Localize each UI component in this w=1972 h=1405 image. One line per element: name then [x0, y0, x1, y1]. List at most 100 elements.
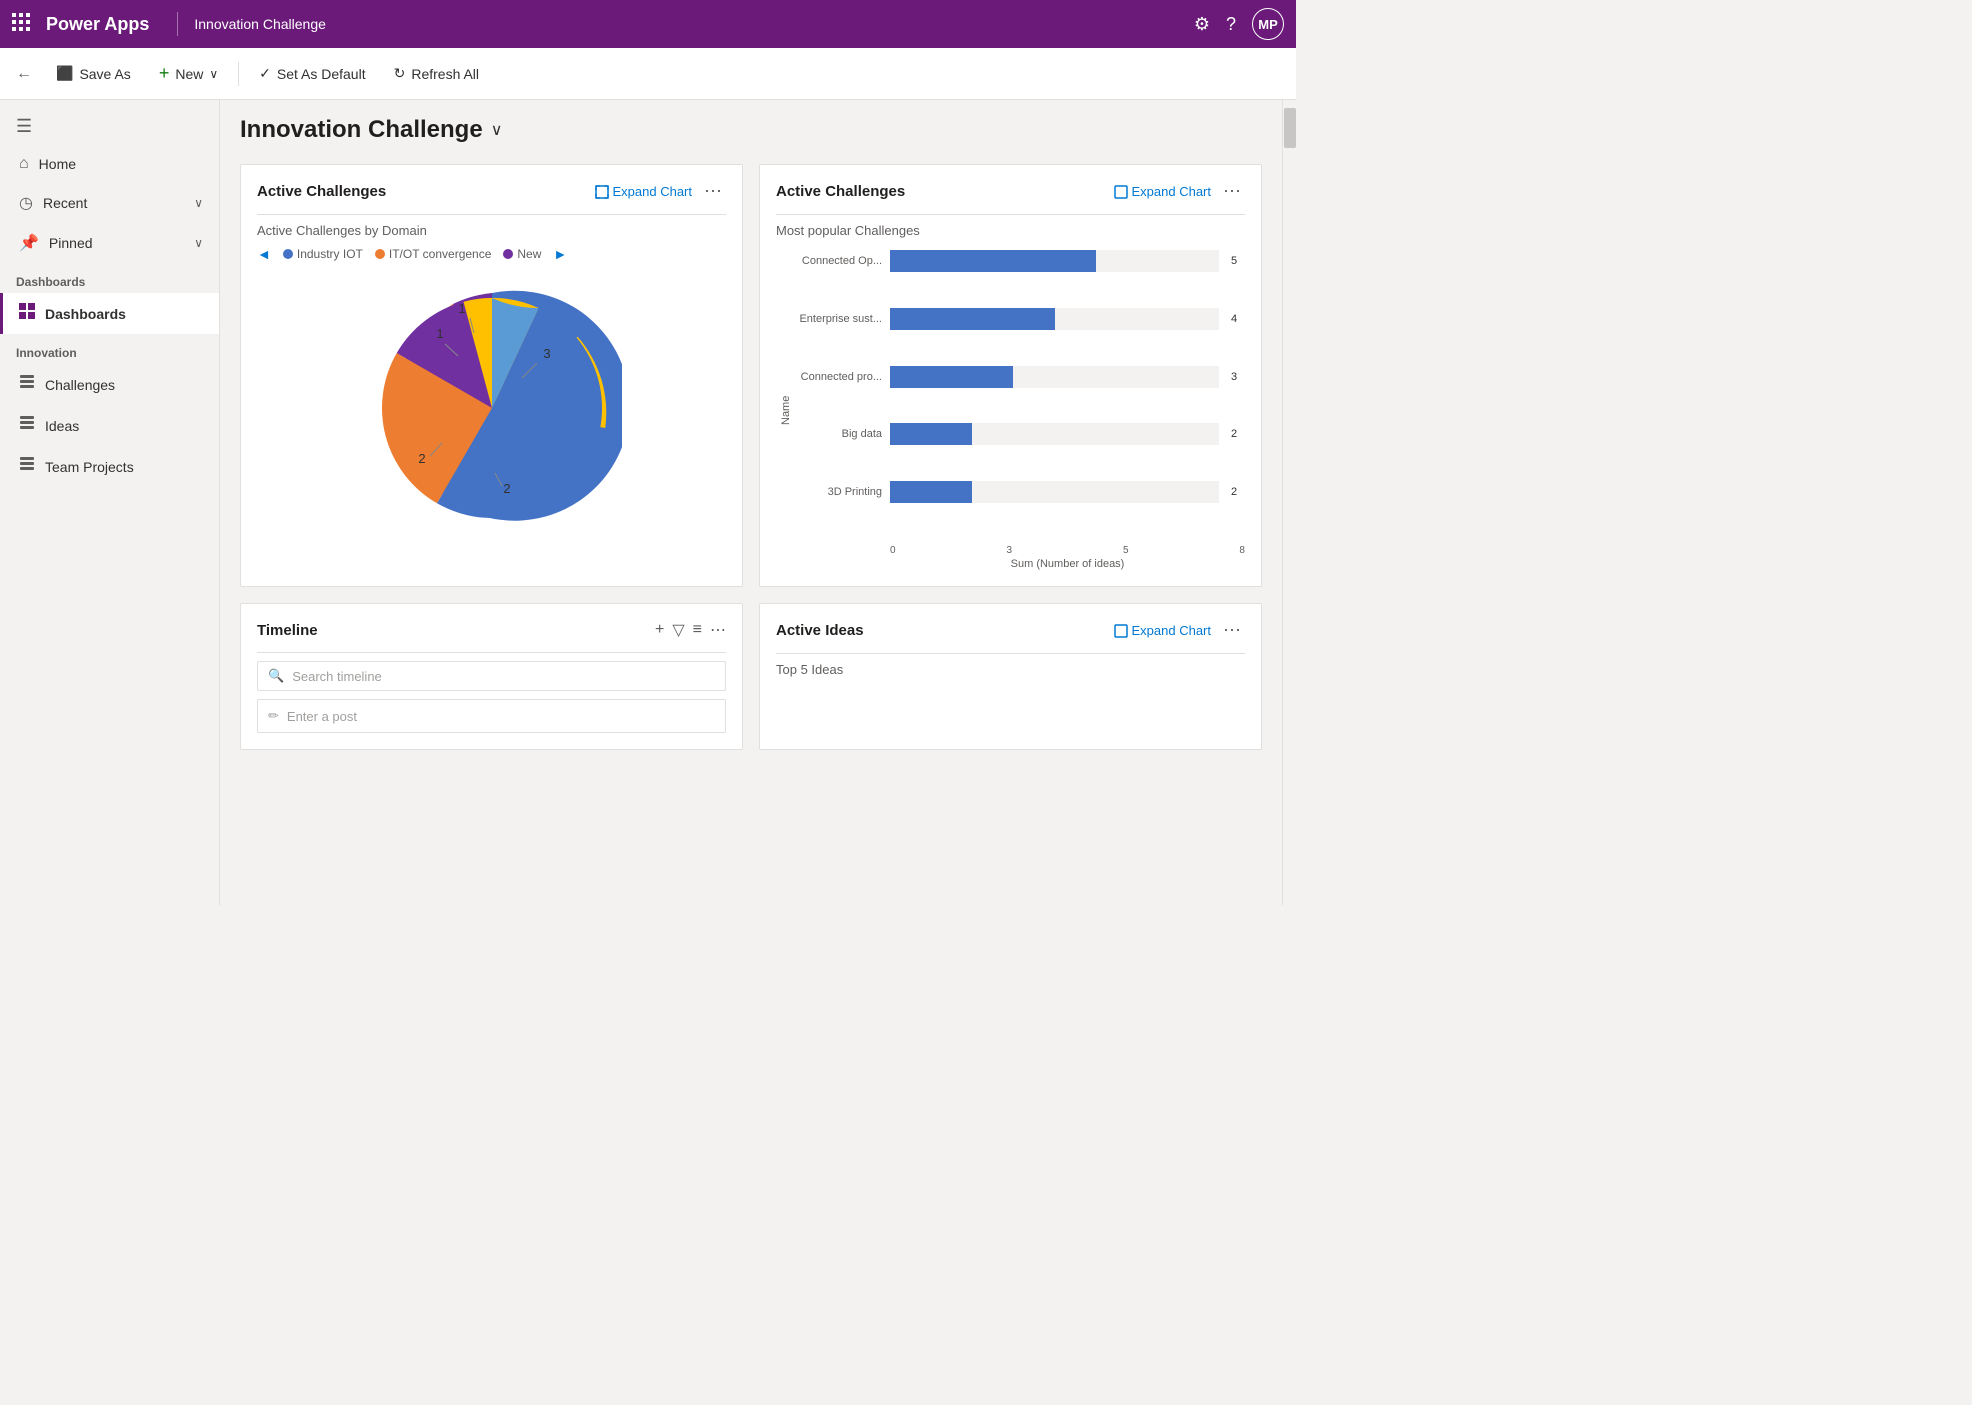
more-options-button-left[interactable]: ⋯: [700, 181, 726, 202]
bar-label-4: 3D Printing: [792, 486, 882, 498]
legend-next[interactable]: ►: [553, 246, 567, 262]
pie-divider: [257, 214, 726, 215]
toolbar: ← ⬛ Save As + New ∨ ✓ Set As Default ↻ R…: [0, 48, 1296, 100]
recent-icon: ◷: [19, 193, 33, 213]
bar-label-3: Big data: [792, 428, 882, 440]
bar-row-3: Big data 2: [792, 423, 1245, 445]
timeline-card: Timeline + ▽ ≡ ⋯ 🔍 Search timeline ✏ Ent…: [240, 603, 743, 750]
svg-text:1: 1: [458, 301, 465, 316]
svg-text:2: 2: [418, 451, 425, 466]
bar-row-4: 3D Printing 2: [792, 481, 1245, 503]
bar-card-header: Active Challenges Expand Chart ⋯: [776, 181, 1245, 202]
bar-label-0: Connected Op...: [792, 255, 882, 267]
dashboards-section-label: Dashboards: [0, 263, 219, 293]
sidebar-item-home[interactable]: ⌂ Home: [0, 145, 219, 183]
sidebar-item-team-projects[interactable]: Team Projects: [0, 446, 219, 487]
nav-right: ⚙ ? MP: [1194, 8, 1284, 40]
save-icon: ⬛: [56, 65, 73, 82]
legend-item-new: New: [503, 247, 541, 261]
ideas-icon: [19, 415, 35, 436]
timeline-divider: [257, 652, 726, 653]
page-title-chevron[interactable]: ∨: [491, 120, 503, 140]
bar-row-0: Connected Op... 5: [792, 250, 1245, 272]
active-ideas-card: Active Ideas Expand Chart ⋯ Top 5 Ideas: [759, 603, 1262, 750]
timeline-sort-button[interactable]: ≡: [693, 621, 702, 639]
page-heading: Innovation Challenge ∨: [240, 116, 1262, 144]
bar-x-ticks: 0 3 5 8: [792, 545, 1245, 556]
ideas-card-header: Active Ideas Expand Chart ⋯: [776, 620, 1245, 641]
expand-chart-button-left[interactable]: Expand Chart: [595, 184, 693, 199]
ideas-divider: [776, 653, 1245, 654]
legend-prev[interactable]: ◄: [257, 246, 271, 262]
timeline-title: Timeline: [257, 622, 318, 639]
bar-row-2: Connected pro... 3: [792, 366, 1245, 388]
legend-dot-iot: [283, 249, 293, 259]
chevron-down-icon: ∨: [194, 196, 203, 210]
team-projects-icon: [19, 456, 35, 477]
edit-icon: ✏: [268, 708, 279, 724]
settings-icon[interactable]: ⚙: [1194, 14, 1210, 35]
expand-chart-button-ideas[interactable]: Expand Chart: [1114, 623, 1212, 638]
dashboard-icon: [19, 303, 35, 324]
sidebar-item-dashboards[interactable]: Dashboards: [0, 293, 219, 334]
bar-track-1: [890, 308, 1219, 330]
search-placeholder: Search timeline: [292, 669, 382, 684]
bar-fill-4: [890, 481, 972, 503]
bar-row-1: Enterprise sust... 4: [792, 308, 1245, 330]
save-as-button[interactable]: ⬛ Save As: [44, 59, 143, 88]
sidebar-item-ideas[interactable]: Ideas: [0, 405, 219, 446]
bar-fill-2: [890, 366, 1013, 388]
top-nav: Power Apps Innovation Challenge ⚙ ? MP: [0, 0, 1296, 48]
more-options-button-ideas[interactable]: ⋯: [1219, 620, 1245, 641]
timeline-search-box[interactable]: 🔍 Search timeline: [257, 661, 726, 691]
bar-fill-0: [890, 250, 1096, 272]
bar-divider: [776, 214, 1245, 215]
legend-item-iot: Industry IOT: [283, 247, 363, 261]
pie-chart-svg-2: 3 2 1 1 2: [362, 278, 622, 538]
expand-chart-button-right[interactable]: Expand Chart: [1114, 184, 1212, 199]
toolbar-separator: [238, 62, 239, 86]
back-button[interactable]: ←: [16, 65, 32, 83]
bar-chart-area: Name Connected Op... 5 Enterprise sust..…: [776, 250, 1245, 570]
search-icon: 🔍: [268, 668, 284, 684]
sidebar-item-pinned[interactable]: 📌 Pinned ∨: [0, 223, 219, 263]
main-layout: ☰ ⌂ Home ◷ Recent ∨ 📌 Pinned ∨ Dashboard…: [0, 100, 1296, 905]
refresh-all-button[interactable]: ↻ Refresh All: [382, 59, 491, 88]
bar-fill-3: [890, 423, 972, 445]
bar-fill-1: [890, 308, 1055, 330]
new-dropdown-icon[interactable]: ∨: [209, 67, 218, 81]
scrollbar-thumb[interactable]: [1284, 108, 1296, 148]
bar-value-1: 4: [1231, 313, 1245, 325]
dashboard-grid: Active Challenges Expand Chart ⋯ Active …: [240, 164, 1262, 750]
bar-card-title: Active Challenges: [776, 183, 905, 200]
tick-0: 0: [890, 545, 896, 556]
pin-icon: 📌: [19, 233, 39, 253]
post-placeholder: Enter a post: [287, 709, 357, 724]
new-button[interactable]: + New ∨: [147, 57, 230, 90]
bar-value-0: 5: [1231, 255, 1245, 267]
bar-x-axis-label: Sum (Number of ideas): [792, 558, 1245, 570]
scrollbar-track[interactable]: [1282, 100, 1296, 905]
help-icon[interactable]: ?: [1226, 14, 1236, 35]
sidebar-item-recent[interactable]: ◷ Recent ∨: [0, 183, 219, 223]
set-default-button[interactable]: ✓ Set As Default: [247, 59, 377, 88]
page-title: Innovation Challenge: [240, 116, 483, 144]
bar-x-axis: 0 3 5 8 Sum (Number of ideas): [792, 545, 1245, 570]
refresh-icon: ↻: [394, 65, 406, 82]
hamburger-icon[interactable]: ☰: [0, 108, 219, 145]
timeline-post-box[interactable]: ✏ Enter a post: [257, 699, 726, 733]
sidebar-item-challenges[interactable]: Challenges: [0, 364, 219, 405]
legend-item-itot: IT/OT convergence: [375, 247, 492, 261]
bar-track-4: [890, 481, 1219, 503]
timeline-more-button[interactable]: ⋯: [710, 620, 726, 640]
plus-icon: +: [159, 63, 170, 84]
waffle-icon[interactable]: [12, 13, 30, 36]
bar-track-2: [890, 366, 1219, 388]
tick-1: 3: [1006, 545, 1012, 556]
timeline-add-button[interactable]: +: [655, 621, 664, 639]
legend-dot-itot: [375, 249, 385, 259]
more-options-button-right[interactable]: ⋯: [1219, 181, 1245, 202]
bar-value-2: 3: [1231, 371, 1245, 383]
avatar[interactable]: MP: [1252, 8, 1284, 40]
timeline-filter-button[interactable]: ▽: [672, 620, 684, 640]
